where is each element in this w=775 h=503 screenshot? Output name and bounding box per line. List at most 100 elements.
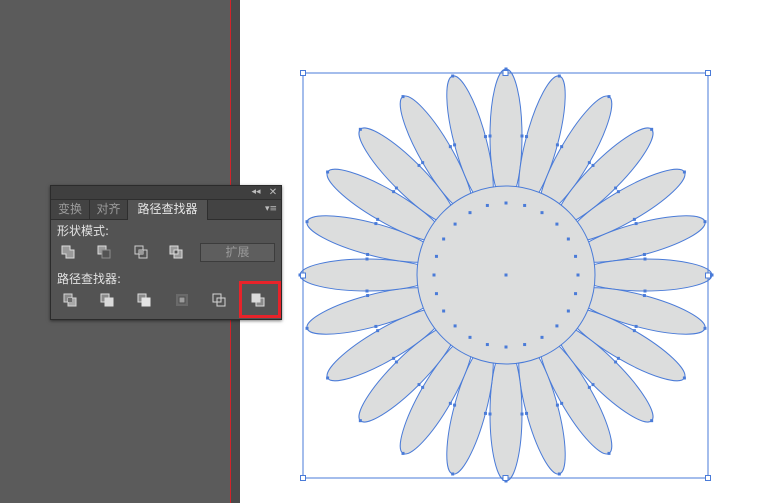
anchor-point (540, 211, 544, 215)
anchor-point (442, 237, 446, 241)
anchor-point (523, 203, 527, 207)
anchor-point (374, 222, 378, 226)
anchor-point (557, 472, 561, 476)
anchor-point (394, 360, 398, 364)
outline-button[interactable] (206, 290, 232, 310)
anchor-point (468, 211, 472, 215)
anchor-point (453, 143, 457, 147)
resize-handle[interactable] (502, 475, 509, 481)
unite-button[interactable] (55, 242, 81, 262)
anchor-point (614, 186, 618, 190)
resize-handle[interactable] (300, 475, 306, 481)
trim-button[interactable] (94, 290, 120, 310)
anchor-point (468, 335, 472, 339)
anchor-point (560, 401, 564, 405)
anchor-point (488, 134, 492, 138)
anchor-point (632, 217, 636, 221)
intersect-button[interactable] (128, 242, 154, 262)
anchor-point (557, 74, 561, 78)
anchor-point (607, 451, 611, 455)
pathfinder-panel: ◂◂ ✕ 变换 对齐 路径查找器 ▾≡ 形状模式: 扩展 路径查找器: (50, 185, 282, 320)
anchor-point (365, 289, 369, 293)
anchor-point (483, 135, 487, 139)
anchor-point (555, 403, 559, 407)
anchor-point (682, 170, 686, 174)
anchor-point (650, 127, 654, 131)
anchor-point (566, 237, 570, 241)
anchor-point (421, 385, 425, 389)
anchor-point (417, 383, 421, 387)
anchor-point (703, 220, 707, 224)
pathfinders-label: 路径查找器: (57, 272, 122, 286)
anchor-point (504, 201, 508, 205)
anchor-point (392, 356, 396, 360)
anchor-point (485, 343, 489, 347)
tab-transform[interactable]: 变换 (51, 200, 90, 219)
minus-front-button[interactable] (91, 242, 117, 262)
anchor-point (485, 203, 489, 207)
panel-tabbar: 变换 对齐 路径查找器 ▾≡ (51, 200, 281, 220)
resize-handle[interactable] (705, 475, 711, 481)
tab-align[interactable]: 对齐 (90, 200, 128, 219)
anchor-point (650, 419, 654, 423)
anchor-point (566, 309, 570, 313)
resize-handle[interactable] (705, 272, 711, 279)
unite-icon (61, 245, 75, 259)
anchor-point (434, 254, 438, 258)
expand-button[interactable]: 扩展 (200, 243, 275, 262)
merge-button[interactable] (131, 290, 157, 310)
petal-shape[interactable] (577, 258, 713, 292)
anchor-point (504, 345, 508, 349)
resize-handle[interactable] (300, 272, 306, 279)
anchor-point (642, 252, 646, 256)
anchor-point (634, 222, 638, 226)
collapse-icon[interactable]: ◂◂ (250, 186, 262, 199)
anchor-point (442, 309, 446, 313)
petal-shape[interactable] (489, 346, 523, 482)
petal-shape[interactable] (489, 68, 523, 204)
anchor-point (555, 143, 559, 147)
close-icon[interactable]: ✕ (267, 186, 279, 199)
resize-handle[interactable] (705, 70, 711, 76)
anchor-point (555, 324, 559, 328)
flower-artwork[interactable] (240, 0, 775, 503)
anchor-point (525, 135, 529, 139)
anchor-point (614, 360, 618, 364)
minus-back-button[interactable] (245, 290, 271, 310)
anchor-point (448, 401, 452, 405)
anchor-point (453, 324, 457, 328)
divide-button[interactable] (57, 290, 83, 310)
anchor-point (555, 222, 559, 226)
exclude-icon (169, 245, 183, 259)
trim-icon (100, 293, 114, 307)
tab-pathfinder[interactable]: 路径查找器 (128, 200, 208, 220)
exclude-button[interactable] (163, 242, 189, 262)
anchor-point (401, 451, 405, 455)
anchor-point (504, 273, 508, 277)
petal-shape[interactable] (299, 258, 435, 292)
anchor-point (591, 163, 595, 167)
anchor-point (366, 294, 370, 298)
panel-titlebar[interactable]: ◂◂ ✕ (51, 186, 281, 200)
resize-handle[interactable] (502, 70, 509, 76)
anchor-point (392, 190, 396, 194)
anchor-point (574, 292, 578, 296)
anchor-point (520, 412, 524, 416)
anchor-point (703, 326, 707, 330)
anchor-point (607, 95, 611, 99)
crop-button[interactable] (169, 290, 195, 310)
divide-icon (63, 293, 77, 307)
panel-menu-icon[interactable]: ▾≡ (262, 200, 280, 219)
anchor-point (394, 186, 398, 190)
outline-icon (212, 293, 226, 307)
anchor-point (616, 356, 620, 360)
anchor-point (434, 292, 438, 296)
anchor-point (632, 329, 636, 333)
resize-handle[interactable] (300, 70, 306, 76)
anchor-point (587, 161, 591, 165)
anchor-point (483, 411, 487, 415)
anchor-point (523, 343, 527, 347)
anchor-point (376, 329, 380, 333)
artboard[interactable] (240, 0, 775, 503)
anchor-point (682, 376, 686, 380)
